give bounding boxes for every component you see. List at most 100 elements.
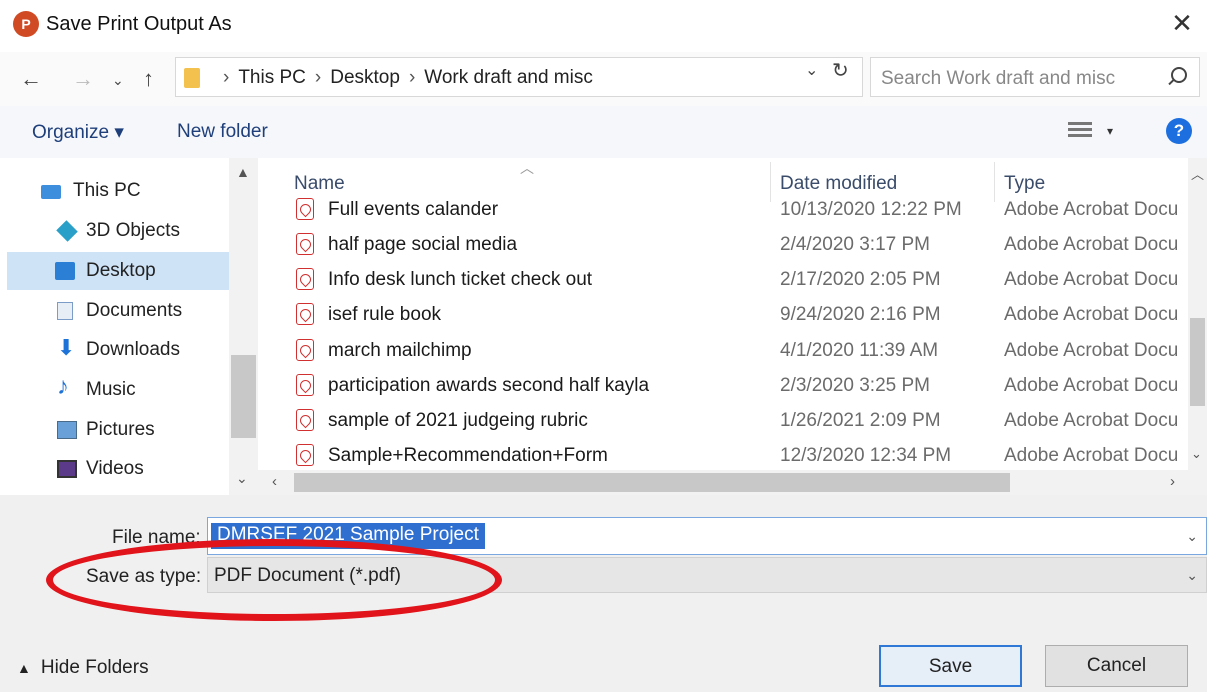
sidebar-item-music[interactable]: ♪ Music (7, 371, 229, 409)
scrollbar-thumb[interactable] (1190, 318, 1205, 406)
pdf-file-icon (296, 339, 314, 361)
sidebar-item-label: Music (86, 379, 136, 400)
cancel-button[interactable]: Cancel (1045, 645, 1188, 687)
file-name-dropdown-chevron-icon[interactable]: ⌄ (1186, 528, 1198, 545)
help-icon[interactable]: ? (1166, 118, 1192, 144)
sidebar-item-downloads[interactable]: ⬇ Downloads (7, 331, 229, 369)
file-date: 12/3/2020 12:34 PM (780, 445, 952, 466)
scroll-down-arrow-icon[interactable]: ⌄ (236, 470, 248, 487)
file-name: participation awards second half kayla (328, 375, 650, 396)
pdf-file-icon (296, 233, 314, 255)
organize-menu-button[interactable]: Organize ▾ (32, 121, 124, 144)
file-row[interactable]: Full events calander 10/13/2020 12:22 PM… (258, 192, 1188, 227)
breadcrumb-separator: › (314, 67, 322, 88)
pdf-file-icon (296, 444, 314, 466)
scroll-up-arrow-icon[interactable]: ︿ (1191, 164, 1204, 183)
file-date: 2/3/2020 3:25 PM (780, 375, 930, 396)
pdf-file-icon (296, 303, 314, 325)
file-type: Adobe Acrobat Docu (1004, 304, 1179, 325)
file-name: Sample+Recommendation+Form (328, 445, 608, 466)
breadcrumb-work-draft[interactable]: Work draft and misc (424, 67, 593, 88)
recent-locations-chevron-icon[interactable]: ⌄ (112, 72, 124, 89)
file-date: 9/24/2020 2:16 PM (780, 304, 941, 325)
file-row[interactable]: sample of 2021 judgeing rubric 1/26/2021… (258, 403, 1188, 438)
file-type: Adobe Acrobat Docu (1004, 269, 1179, 290)
navigation-scrollbar[interactable]: ▲ ⌄ (229, 158, 258, 495)
scroll-right-arrow-icon[interactable]: › (1170, 473, 1175, 490)
sidebar-item-3d-objects[interactable]: 3D Objects (7, 212, 229, 250)
forward-arrow-icon[interactable]: → (72, 66, 94, 92)
sidebar-item-pictures[interactable]: Pictures (7, 411, 229, 449)
breadcrumb-separator: › (408, 67, 416, 88)
computer-icon (41, 185, 61, 199)
pictures-icon (57, 421, 77, 439)
scrollbar-thumb[interactable] (294, 473, 1010, 492)
powerpoint-icon: P (13, 11, 39, 37)
hide-folders-button[interactable]: ▲ Hide Folders (17, 657, 149, 679)
pdf-file-icon (296, 268, 314, 290)
file-row[interactable]: march mailchimp 4/1/2020 11:39 AM Adobe … (258, 333, 1188, 368)
desktop-icon (55, 262, 75, 280)
breadcrumb-desktop[interactable]: Desktop (330, 67, 400, 88)
scrollbar-thumb[interactable] (231, 355, 256, 438)
file-row[interactable]: participation awards second half kayla 2… (258, 368, 1188, 403)
up-arrow-icon[interactable]: ↑ (143, 66, 154, 92)
file-list-horizontal-scrollbar[interactable]: ‹ › (258, 470, 1207, 495)
sidebar-item-label: Pictures (86, 419, 155, 440)
sidebar-item-label: Downloads (86, 339, 180, 360)
scroll-left-arrow-icon[interactable]: ‹ (272, 473, 277, 490)
back-arrow-icon[interactable]: ← (20, 66, 42, 92)
window-title: Save Print Output As (46, 13, 232, 35)
sidebar-item-documents[interactable]: Documents (7, 292, 229, 330)
file-date: 4/1/2020 11:39 AM (780, 340, 939, 361)
save-as-type-chevron-icon[interactable]: ⌄ (1186, 567, 1198, 584)
sidebar-item-desktop[interactable]: Desktop (7, 252, 229, 290)
file-date: 10/13/2020 12:22 PM (780, 199, 962, 220)
file-date: 1/26/2021 2:09 PM (780, 410, 941, 431)
hide-folders-label: Hide Folders (40, 657, 149, 678)
scroll-down-arrow-icon[interactable]: ⌄ (1191, 446, 1202, 462)
sidebar-item-label: 3D Objects (86, 220, 180, 241)
file-type: Adobe Acrobat Docu (1004, 234, 1179, 255)
navigation-pane: This PC 3D Objects Desktop Documents ⬇ D… (7, 158, 229, 495)
file-row[interactable]: Info desk lunch ticket check out 2/17/20… (258, 262, 1188, 297)
search-icon[interactable] (1171, 67, 1187, 83)
folder-icon (184, 68, 200, 88)
view-options-icon[interactable] (1068, 122, 1092, 142)
address-box[interactable]: › This PC › Desktop › Work draft and misc (175, 57, 863, 97)
file-name: march mailchimp (328, 340, 472, 361)
refresh-icon[interactable]: ↻ (832, 58, 849, 83)
file-date: 2/4/2020 3:17 PM (780, 234, 930, 255)
save-button[interactable]: Save (879, 645, 1022, 687)
download-arrow-icon: ⬇ (57, 335, 76, 360)
sort-caret-icon: ︿ (520, 160, 534, 176)
file-row[interactable]: isef rule book 9/24/2020 2:16 PM Adobe A… (258, 297, 1188, 332)
address-dropdown-chevron-icon[interactable]: ⌄ (805, 60, 818, 80)
scroll-up-arrow-icon[interactable]: ▲ (236, 164, 250, 180)
title-bar: P Save Print Output As ✕ (0, 0, 1207, 52)
video-icon (57, 460, 77, 478)
new-folder-button[interactable]: New folder (177, 121, 268, 143)
file-list-vertical-scrollbar[interactable]: ︿ ⌄ (1188, 158, 1207, 470)
sidebar-item-videos[interactable]: Videos (7, 450, 229, 488)
file-type: Adobe Acrobat Docu (1004, 375, 1179, 396)
breadcrumb: › This PC › Desktop › Work draft and misc (214, 67, 593, 89)
sidebar-item-this-pc[interactable]: This PC (7, 172, 229, 210)
close-button[interactable]: ✕ (1167, 8, 1197, 38)
file-name: Full events calander (328, 199, 499, 220)
file-row[interactable]: half page social media 2/4/2020 3:17 PM … (258, 227, 1188, 262)
view-dropdown-chevron-icon[interactable]: ▾ (1107, 124, 1113, 138)
search-input[interactable]: Search Work draft and misc (870, 57, 1200, 97)
save-form-area: File name: DMRSEF 2021 Sample Project ⌄ … (0, 495, 1207, 692)
file-type: Adobe Acrobat Docu (1004, 340, 1179, 361)
sidebar-item-label: Videos (86, 458, 144, 479)
breadcrumb-this-pc[interactable]: This PC (238, 67, 306, 88)
file-row[interactable]: Sample+Recommendation+Form 12/3/2020 12:… (258, 438, 1188, 470)
file-list: ︿ Name Date modified Type Full events ca… (258, 158, 1188, 470)
chevron-up-icon: ▲ (17, 660, 31, 676)
breadcrumb-separator: › (223, 67, 230, 88)
file-name: isef rule book (328, 304, 442, 325)
file-name: sample of 2021 judgeing rubric (328, 410, 588, 431)
sidebar-item-label: Desktop (86, 260, 156, 281)
command-toolbar: Organize ▾ New folder ▾ ? (0, 106, 1207, 158)
